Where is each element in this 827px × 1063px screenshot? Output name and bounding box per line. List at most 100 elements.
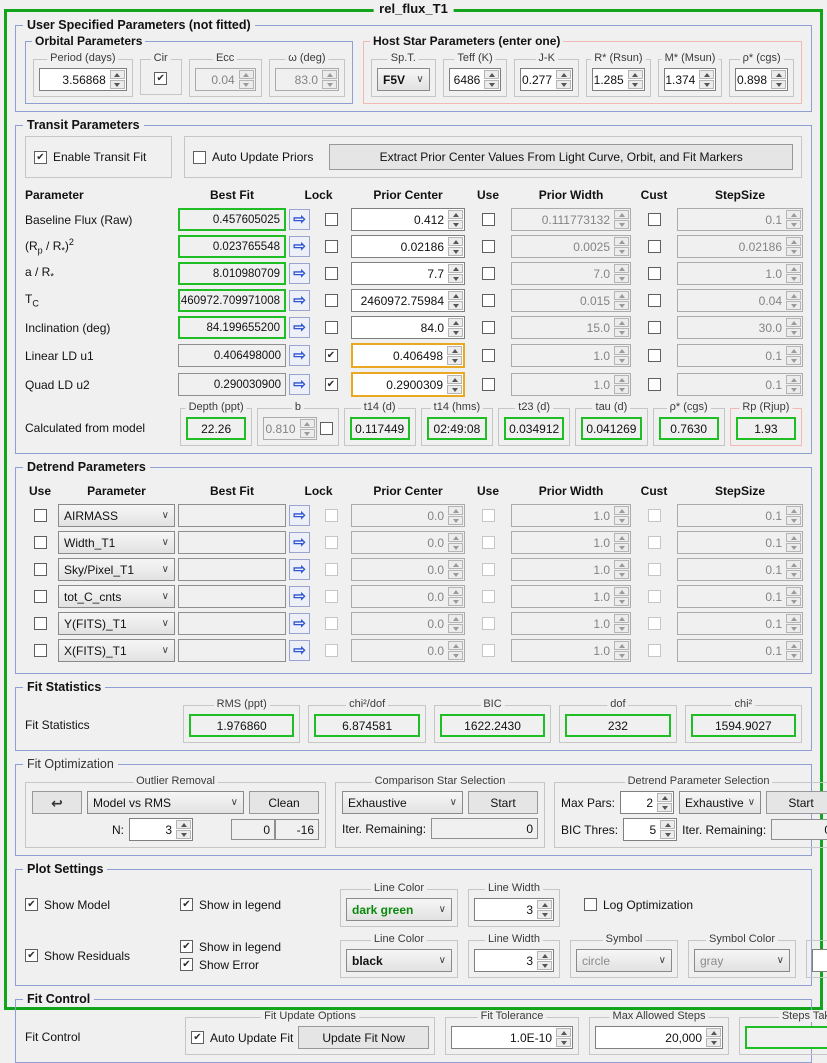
- spinner-up-icon[interactable]: [786, 614, 801, 623]
- spinner-arrows[interactable]: [447, 263, 464, 284]
- spinner-up-icon[interactable]: [786, 291, 801, 300]
- spinner-up-icon[interactable]: [300, 419, 315, 428]
- max-allowed-steps-spinner[interactable]: 20,000: [595, 1026, 723, 1049]
- spinner-arrows[interactable]: [613, 374, 630, 395]
- update-fit-now-button[interactable]: Update Fit Now: [298, 1026, 429, 1049]
- spinner-up-icon[interactable]: [448, 291, 463, 300]
- spinner-down-icon[interactable]: [448, 274, 463, 283]
- spinner-up-icon[interactable]: [614, 506, 629, 515]
- spinner-up-icon[interactable]: [614, 375, 629, 384]
- spinner-up-icon[interactable]: [556, 1028, 571, 1037]
- spinner-up-icon[interactable]: [786, 375, 801, 384]
- spinner-arrows[interactable]: [785, 374, 802, 395]
- use-detrend-checkbox[interactable]: [34, 617, 47, 630]
- spinner-down-icon[interactable]: [786, 651, 801, 660]
- enable-transit-fit-checkbox[interactable]: [34, 151, 47, 164]
- spinner-down-icon[interactable]: [786, 570, 801, 579]
- spinner-arrows[interactable]: [785, 263, 802, 284]
- rhostar-value[interactable]: 0.898: [736, 69, 770, 90]
- spinner-arrows[interactable]: [447, 532, 464, 553]
- spinner-up-icon[interactable]: [786, 346, 801, 355]
- spinner-down-icon[interactable]: [614, 247, 629, 256]
- spinner-arrows[interactable]: [613, 586, 630, 607]
- copy-best-fit-to-prior-button[interactable]: ⇨: [289, 559, 310, 580]
- impact-parameter-checkbox[interactable]: [320, 422, 333, 435]
- spinner-arrows[interactable]: [656, 792, 673, 813]
- show-error-checkbox[interactable]: [180, 958, 193, 971]
- spinner-arrows[interactable]: [698, 69, 715, 90]
- prior-center-value[interactable]: 7.7: [352, 263, 447, 284]
- residuals-line-width-value[interactable]: 3: [475, 950, 536, 971]
- spinner-up-icon[interactable]: [660, 820, 675, 829]
- detrend-parameter-select[interactable]: tot_C_cnts∨: [58, 585, 175, 608]
- spinner-down-icon[interactable]: [448, 247, 463, 256]
- spinner-up-icon[interactable]: [448, 587, 463, 596]
- residuals-show-in-legend-checkbox[interactable]: [180, 940, 193, 953]
- spinner-arrows[interactable]: [613, 613, 630, 634]
- log-optimization-checkbox[interactable]: [584, 898, 597, 911]
- spinner-up-icon[interactable]: [239, 70, 254, 79]
- spinner-arrows[interactable]: [447, 317, 464, 338]
- spinner-up-icon[interactable]: [448, 641, 463, 650]
- max-pars-value[interactable]: 2: [621, 792, 656, 813]
- spinner-arrows[interactable]: [613, 209, 630, 230]
- custom-step-checkbox[interactable]: [648, 267, 661, 280]
- use-prior-checkbox[interactable]: [482, 378, 495, 391]
- jk-spinner[interactable]: 0.277: [520, 68, 573, 91]
- rhostar-spinner[interactable]: 0.898: [735, 68, 788, 91]
- use-detrend-checkbox[interactable]: [34, 536, 47, 549]
- use-detrend-checkbox[interactable]: [34, 590, 47, 603]
- spinner-down-icon[interactable]: [786, 301, 801, 310]
- spinner-arrows[interactable]: [447, 559, 464, 580]
- spinner-up-icon[interactable]: [786, 264, 801, 273]
- spinner-down-icon[interactable]: [448, 624, 463, 633]
- spinner-down-icon[interactable]: [657, 803, 672, 812]
- outlier-method-select[interactable]: Model vs RMS∨: [87, 791, 244, 814]
- custom-step-checkbox[interactable]: [648, 213, 661, 226]
- mstar-spinner[interactable]: 1.374: [664, 68, 717, 91]
- spinner-arrows[interactable]: [613, 532, 630, 553]
- spinner-arrows[interactable]: [613, 505, 630, 526]
- detrend-parameter-select[interactable]: AIRMASS∨: [58, 504, 175, 527]
- spinner-arrows[interactable]: [536, 899, 553, 920]
- spinner-up-icon[interactable]: [537, 951, 552, 960]
- spinner-down-icon[interactable]: [614, 274, 629, 283]
- spinner-down-icon[interactable]: [706, 1038, 721, 1047]
- spinner-down-icon[interactable]: [448, 516, 463, 525]
- model-line-width-value[interactable]: 3: [475, 899, 536, 920]
- prior-center-value[interactable]: 2460972.75984: [352, 290, 447, 311]
- spinner-up-icon[interactable]: [657, 793, 672, 802]
- spinner-arrows[interactable]: [447, 613, 464, 634]
- spinner-up-icon[interactable]: [699, 70, 714, 79]
- use-prior-checkbox[interactable]: [482, 349, 495, 362]
- fit-tolerance-value[interactable]: 1.0E-10: [452, 1027, 555, 1048]
- spinner-down-icon[interactable]: [176, 830, 191, 839]
- spinner-arrows[interactable]: [447, 505, 464, 526]
- spinner-up-icon[interactable]: [786, 210, 801, 219]
- spinner-arrows[interactable]: [659, 819, 676, 840]
- spinner-up-icon[interactable]: [771, 70, 786, 79]
- prior-center-value[interactable]: 0.02186: [352, 236, 447, 257]
- spinner-up-icon[interactable]: [786, 587, 801, 596]
- spinner-down-icon[interactable]: [628, 80, 643, 89]
- bic-thres-spinner[interactable]: 5: [623, 818, 677, 841]
- spinner-down-icon[interactable]: [614, 301, 629, 310]
- prior-center-value[interactable]: 84.0: [352, 317, 447, 338]
- copy-best-fit-to-prior-button[interactable]: ⇨: [289, 374, 310, 395]
- spinner-arrows[interactable]: [447, 290, 464, 311]
- spinner-arrows[interactable]: [447, 640, 464, 661]
- fit-tolerance-spinner[interactable]: 1.0E-10: [451, 1026, 573, 1049]
- spinner-arrows[interactable]: [613, 559, 630, 580]
- spinner-up-icon[interactable]: [614, 641, 629, 650]
- spinner-down-icon[interactable]: [786, 597, 801, 606]
- spinner-down-icon[interactable]: [699, 80, 714, 89]
- show-residuals-checkbox[interactable]: [25, 949, 38, 962]
- custom-step-checkbox[interactable]: [648, 378, 661, 391]
- spinner-up-icon[interactable]: [786, 318, 801, 327]
- lock-checkbox[interactable]: [325, 294, 338, 307]
- spinner-arrows[interactable]: [555, 1027, 572, 1048]
- prior-center-spinner[interactable]: 0.406498: [351, 343, 465, 368]
- spinner-arrows[interactable]: [109, 69, 126, 90]
- spinner-arrows[interactable]: [446, 345, 463, 366]
- spinner-down-icon[interactable]: [239, 80, 254, 89]
